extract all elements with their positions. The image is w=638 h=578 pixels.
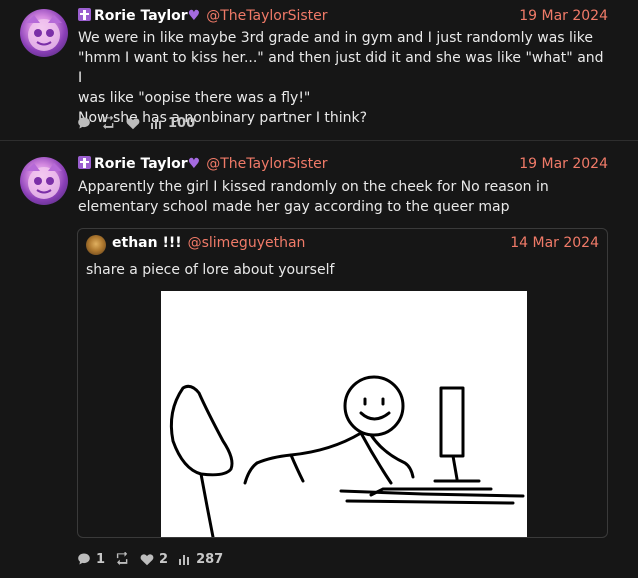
quote-text: share a piece of lore about yourself: [86, 262, 335, 278]
repost-button[interactable]: [101, 116, 116, 130]
post-header: Rorie Taylor♥ @TheTaylorSister 19 Mar 202…: [78, 154, 608, 174]
post-text-line: was like "oopise there was a fly!": [78, 90, 311, 106]
avatar[interactable]: [20, 157, 68, 205]
reply-icon: [78, 553, 90, 565]
bar-chart-icon: [151, 118, 161, 129]
avatar[interactable]: [20, 9, 68, 57]
author-handle[interactable]: @TheTaylorSister: [206, 156, 327, 172]
post[interactable]: Rorie Taylor♥ @TheTaylorSister 19 Mar 202…: [0, 141, 638, 578]
post-actions: 100: [77, 114, 205, 132]
post-header: Rorie Taylor♥ @TheTaylorSister 19 Mar 202…: [78, 6, 608, 26]
author-name[interactable]: Rorie Taylor: [94, 8, 188, 24]
post-text-line: "hmm I want to kiss her..." and then jus…: [78, 50, 604, 86]
post-date[interactable]: 19 Mar 2024: [519, 6, 608, 26]
quote-header: ethan !!! @slimeguyethan 14 Mar 2024: [112, 233, 599, 253]
avatar-art: [26, 15, 62, 51]
post-text-line: elementary school made her gay according…: [78, 199, 510, 215]
reply-count: 1: [96, 551, 106, 567]
author-handle[interactable]: @TheTaylorSister: [206, 8, 327, 24]
repost-icon: [116, 552, 128, 566]
reply-icon: [78, 117, 90, 129]
post-text: Apparently the girl I kissed randomly on…: [78, 177, 608, 217]
stick-figure-drawing: [169, 375, 525, 537]
author-name[interactable]: Rorie Taylor: [94, 156, 188, 172]
quoted-post[interactable]: ethan !!! @slimeguyethan 14 Mar 2024 shar…: [77, 228, 608, 538]
views-stat[interactable]: 100: [150, 116, 195, 131]
quote-image[interactable]: [161, 291, 527, 537]
repost-icon: [102, 116, 114, 130]
heart-icon: [140, 553, 154, 565]
views-stat[interactable]: 287: [178, 552, 223, 567]
quote-author-handle[interactable]: @slimeguyethan: [188, 235, 306, 251]
like-button[interactable]: 2: [140, 552, 168, 567]
purple-heart-icon: ♥: [187, 156, 201, 172]
repost-button[interactable]: [115, 552, 130, 566]
post-text: We were in like maybe 3rd grade and in g…: [78, 28, 608, 128]
like-button[interactable]: [126, 117, 140, 130]
post-date[interactable]: 19 Mar 2024: [519, 154, 608, 174]
quote-avatar[interactable]: [86, 235, 106, 255]
purple-heart-icon: ♥: [187, 8, 201, 24]
post[interactable]: Rorie Taylor♥ @TheTaylorSister 19 Mar 202…: [0, 0, 638, 141]
post-actions: 1 2 287: [77, 550, 233, 568]
avatar-art: [26, 163, 62, 199]
like-count: 2: [159, 551, 169, 567]
latin-cross-icon: [78, 156, 91, 169]
bar-chart-icon: [179, 554, 190, 565]
quote-author-name[interactable]: ethan !!!: [112, 235, 182, 251]
views-count: 287: [196, 551, 224, 567]
latin-cross-icon: [78, 8, 91, 21]
views-count: 100: [168, 115, 196, 131]
heart-icon: [126, 117, 140, 129]
post-text-line: We were in like maybe 3rd grade and in g…: [78, 30, 594, 46]
reply-button[interactable]: [77, 116, 91, 130]
reply-button[interactable]: 1: [77, 552, 105, 567]
post-text-line: Apparently the girl I kissed randomly on…: [78, 179, 549, 195]
quote-date[interactable]: 14 Mar 2024: [510, 233, 599, 253]
